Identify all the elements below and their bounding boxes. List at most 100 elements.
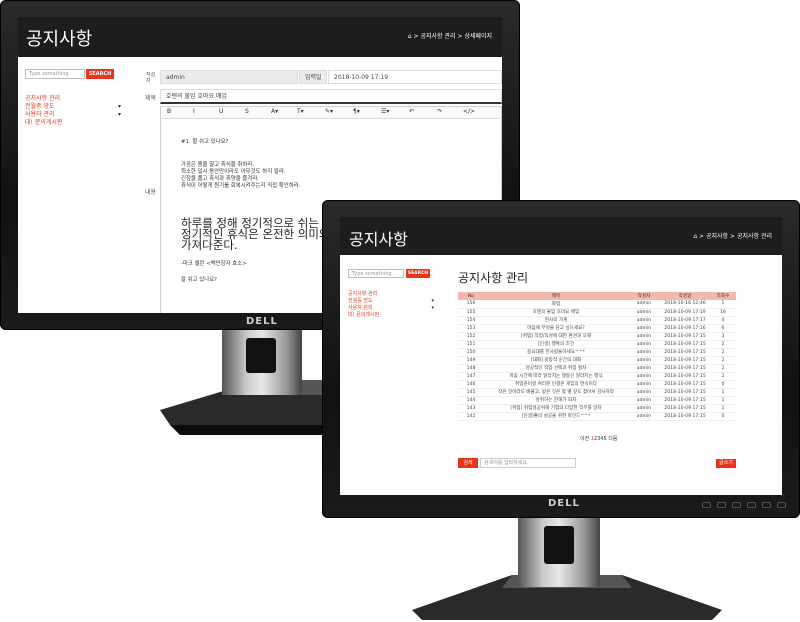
table-row[interactable]: 152 [취업] 직업/직성에 대한 편견과 오해 admin 2018-10-09 … [458,332,736,341]
table-cell: 2018-10-09 17:15 [660,364,710,373]
table-cell: 2018-10-09 17:15 [660,404,710,413]
table-cell: 2018-10-09 17:15 [660,396,710,405]
row-title-link[interactable]: 작은 것이라도 배풀고, 받은 것은 몇 벨 갚도 찾아서 감사하라 [484,388,628,397]
table-row[interactable]: 150 중요대를 한사람들하세요^^* admin 2018-10-09 17:15 2 [458,348,736,357]
pager-page[interactable]: 5 [604,436,607,442]
column-header: 작성자 [628,292,660,300]
monitor-button[interactable] [747,502,756,508]
editor-toolbar-button[interactable]: </> [463,108,475,115]
editor-toolbar-button[interactable]: U [219,108,223,115]
date-label: 입력일 [299,70,327,84]
front-crumb-sep-1: > [699,233,705,240]
row-title-link[interactable]: [인생] 행복의 조건 [484,340,628,349]
front-menu-item-notice[interactable]: 공지사항 관리 [348,291,434,298]
back-crumb-1[interactable]: 공지사항 관리 [420,33,455,40]
table-row[interactable]: 144 성취하는 한해가 되자 admin 2018-10-09 17:15 1 [458,396,736,405]
table-row[interactable]: 147 목숨 시간에 따라 달라지는 행동신 달라지는 행식 admin 2018-1… [458,372,736,381]
table-cell: 2018-10-09 17:16 [660,324,710,333]
editor-toolbar-button[interactable]: T▾ [297,108,304,115]
back-menu-item-users[interactable]: 사용자 관리 ▾ [25,111,121,119]
table-row[interactable]: 142 [인생]좋의 성공을 위한 마인드^^* admin 2018-10-09 1… [458,412,736,421]
editor-toolbar-button[interactable]: ¶▾ [353,108,360,115]
subject-input[interactable]: 호텐의 불암 호마요 매임 [160,89,502,104]
table-cell: 2018-10-09 17:19 [660,308,710,317]
row-title-link[interactable]: 성공적인 직업 선택과 취업 절차 [484,364,628,373]
table-cell: 1 [710,396,736,405]
table-row[interactable]: 156 화업 admin 2018-10-16 12:46 1 [458,300,736,309]
editor-toolbar-button[interactable]: ↷ [437,108,442,115]
table-cell: 149 [458,356,484,365]
home-icon[interactable]: ⌂ [408,33,412,40]
pager-prev[interactable]: 이전 [580,436,589,442]
editor-toolbar-button[interactable]: B [167,108,171,115]
table-cell: admin [628,404,660,413]
back-sidebar-menu: 공지사항 관리 전월중 앙도 ▾ 사용자 관리 ▾ 대! 문의게시판 [25,95,121,127]
row-title-link[interactable]: 취업준비생 여러분 인생은 게임의 연속이다 [484,380,628,389]
monitor-button[interactable] [732,502,741,508]
back-menu-item-2[interactable]: 전월중 앙도 ▾ [25,103,121,111]
row-title-link[interactable]: 성취하는 한해가 되자 [484,396,628,405]
row-title-link[interactable]: 화업 [484,300,628,309]
front-menu-item-2[interactable]: 전월중 앙도 ▾ [348,298,434,305]
monitor-button[interactable] [717,502,726,508]
row-title-link[interactable]: 호텐의 불암 호마요 매임 [484,308,628,317]
row-title-link[interactable]: 목숨 시간에 따라 달라지는 행동신 달라지는 행식 [484,372,628,381]
table-row[interactable]: 145 작은 것이라도 배풀고, 받은 것은 몇 벨 갚도 찾아서 감사하라 adm… [458,388,736,397]
editor-toolbar-button[interactable]: A▾ [271,108,278,115]
table-cell: 6 [710,324,736,333]
row-title-link[interactable]: 현사의 가게 [484,316,628,325]
row-title-link[interactable]: 마음에 무엇을 담고 싶으세요? [484,324,628,333]
table-cell: 156 [458,300,484,309]
table-cell: 3 [710,332,736,341]
table-cell: admin [628,412,660,421]
front-menu-item-board[interactable]: 대! 문의게시판 [348,312,434,319]
back-search-button[interactable]: SEARCH [86,69,114,79]
table-row[interactable]: 143 [취업] 취업성공위해 기업의 다양한 직무를 알자 admin 2018-1… [458,404,736,413]
table-cell: 0 [710,412,736,421]
row-title-link[interactable]: [인생]좋의 성공을 위한 마인드^^* [484,412,628,421]
row-title-link[interactable]: 중요대를 한사람들하세요^^* [484,348,628,357]
front-crumb-2: 공지사항 관리 [736,233,772,240]
table-cell: 150 [458,348,484,357]
table-cell: 151 [458,340,484,349]
table-row[interactable]: 151 [인생] 행복의 조건 admin 2018-10-09 17:15 2 [458,340,736,349]
monitor-button[interactable] [762,502,771,508]
back-search-input[interactable]: Type something [25,69,85,79]
row-title-link[interactable]: [취업] 직업/직성에 대한 편견과 오해 [484,332,628,341]
table-row[interactable]: 148 성공적인 직업 선택과 취업 절차 admin 2018-10-09 17:1… [458,364,736,373]
editor-toolbar-button[interactable]: I [193,108,195,115]
table-row[interactable]: 155 호텐의 불암 호마요 매임 admin 2018-10-09 17:19 16 [458,308,736,317]
table-row[interactable]: 149 [대화] 갈망적 순간의 대화 admin 2018-10-09 17:15 2 [458,356,736,365]
author-value: admin [160,70,298,84]
table-cell: 2018-10-09 17:15 [660,348,710,357]
table-row[interactable]: 146 취업준비생 여러분 인생은 게임의 연속이다 admin 2018-10-09… [458,380,736,389]
back-menu-item-notice[interactable]: 공지사항 관리 [25,95,121,103]
front-crumb-sep-2: > [730,233,736,240]
front-search-button[interactable]: SEARCH [406,269,430,278]
editor-toolbar-button[interactable]: S [245,108,249,115]
table-row[interactable]: 153 마음에 무엇을 담고 싶으세요? admin 2018-10-09 17:16… [458,324,736,333]
front-sidebar-menu: 공지사항 관리 전월중 앙도 ▾ 사용자 관리 ▾ 대! 문의게시판 [348,291,434,319]
editor-toolbar-button[interactable]: ↶ [409,108,414,115]
editor-toolbar-button[interactable]: ✎▾ [325,108,333,115]
table-row[interactable]: 154 현사의 가게 admin 2018-10-09 17:17 4 [458,316,736,325]
home-icon[interactable]: ⌂ [693,233,697,240]
monitor-button[interactable] [702,502,711,508]
monitor-button[interactable] [777,502,786,508]
caret-down-icon: ▾ [431,298,434,304]
row-title-link[interactable]: [대화] 갈망적 순간의 대화 [484,356,628,365]
bottom-search-button[interactable]: 검색 [458,458,478,468]
front-crumb-1[interactable]: 공지사항 [706,233,728,240]
bottom-search-input[interactable]: 검색어를 입력하세요. [480,458,576,468]
row-title-link[interactable]: [취업] 취업성공위해 기업의 다양한 직무를 알자 [484,404,628,413]
table-cell: admin [628,372,660,381]
front-menu-item-users[interactable]: 사용자 관리 ▾ [348,305,434,312]
pager-next[interactable]: 다음 [608,436,617,442]
editor-toolbar-button[interactable]: ☰▾ [381,108,389,115]
write-button[interactable]: 글쓰기 [716,459,736,468]
front-search-input[interactable]: Type something [348,269,404,278]
back-menu-item-board[interactable]: 대! 문의게시판 [25,119,121,127]
table-cell: 2018-10-09 17:17 [660,316,710,325]
table-cell: admin [628,396,660,405]
table-header-row: No 제목 작성자 작성일 조회수 [458,292,736,300]
